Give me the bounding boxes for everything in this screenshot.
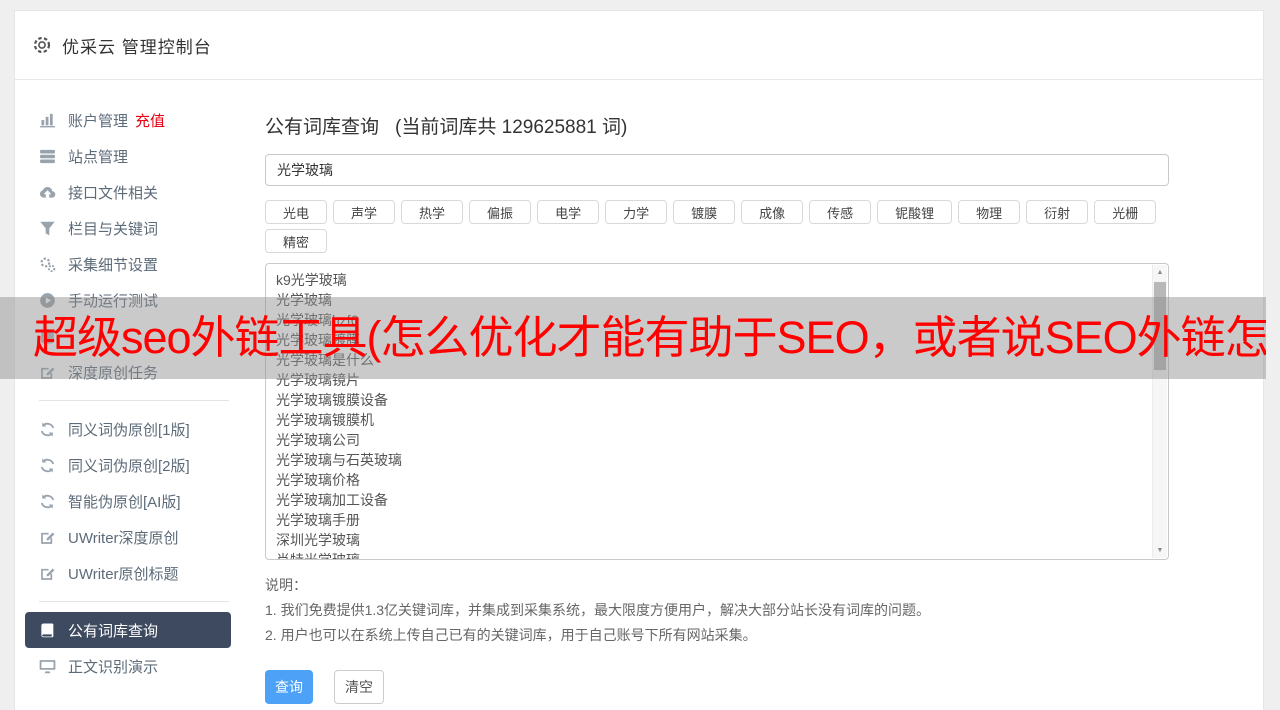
- console-card: 优采云 管理控制台 账户管理 充值 站点管理 接口文件相关 栏目与关键词 采集细节设置 手动…: [14, 10, 1264, 710]
- sidebar-item-UWriter深度原创[interactable]: UWriter深度原创: [15, 519, 251, 555]
- refresh-icon: [39, 421, 57, 438]
- button-row: 查询 清空: [265, 670, 1169, 704]
- sidebar-divider: [39, 400, 229, 401]
- tag-button-偏振[interactable]: 偏振: [469, 200, 532, 224]
- tag-row: 光电 声学 热学 偏振 电学 力学 镀膜 成像 传感 铌酸锂 物理 衍射 光栅精密: [265, 200, 1169, 253]
- sidebar-item-label: 智能伪原创[AI版]: [68, 493, 181, 511]
- sidebar-item-UWriter原创标题[interactable]: UWriter原创标题: [15, 555, 251, 591]
- result-item[interactable]: 深圳光学玻璃: [276, 530, 1148, 550]
- sidebar-item-label: 公有词库查询: [68, 622, 159, 640]
- tag-button-声学[interactable]: 声学: [333, 200, 396, 224]
- gears-icon: [39, 256, 57, 273]
- refresh-icon: [39, 457, 57, 474]
- scrollbar-down-icon[interactable]: ▼: [1153, 543, 1167, 558]
- sidebar-item-label: UWriter深度原创: [68, 529, 179, 547]
- result-item[interactable]: k9光学玻璃: [276, 270, 1148, 290]
- result-item[interactable]: 光学玻璃与石英玻璃: [276, 450, 1148, 470]
- tag-button-传感[interactable]: 传感: [809, 200, 872, 224]
- edit-icon: [39, 565, 57, 582]
- page-title-row: 公有词库查询 (当前词库共 129625881 词): [265, 112, 1169, 139]
- notes-section: 说明： 1. 我们免费提供1.3亿关键词库，并集成到采集系统，最大限度方便用户，…: [265, 573, 1169, 648]
- database-icon: [39, 328, 57, 345]
- sidebar-item-obscured[interactable]: [15, 318, 251, 354]
- sidebar-item-label: 栏目与关键词: [68, 220, 159, 238]
- result-item[interactable]: 光学玻璃镜片: [276, 370, 1148, 390]
- tag-button-热学[interactable]: 热学: [401, 200, 464, 224]
- query-button[interactable]: 查询: [265, 670, 313, 704]
- result-item[interactable]: 光学玻璃镀膜设备: [276, 390, 1148, 410]
- sidebar-item-label: 采集细节设置: [68, 256, 159, 274]
- note-line: 1. 我们免费提供1.3亿关键词库，并集成到采集系统，最大限度方便用户，解决大部…: [265, 602, 931, 618]
- sidebar-item-深度原创任务[interactable]: 深度原创任务: [15, 354, 251, 390]
- tag-button-物理[interactable]: 物理: [958, 200, 1021, 224]
- tag-button-铌酸锂[interactable]: 铌酸锂: [877, 200, 953, 224]
- clear-button[interactable]: 清空: [334, 670, 384, 704]
- result-item[interactable]: 光学玻璃手册: [276, 510, 1148, 530]
- play-icon: [39, 292, 57, 309]
- edit-icon: [39, 529, 57, 546]
- result-item[interactable]: 光学玻璃镀膜: [276, 330, 1148, 350]
- sidebar-item-智能伪原创-AI版-[interactable]: 智能伪原创[AI版]: [15, 483, 251, 519]
- sidebar: 账户管理 充值 站点管理 接口文件相关 栏目与关键词 采集细节设置 手动运行测试 深度原创任务…: [15, 80, 251, 684]
- sidebar-item-账户管理[interactable]: 账户管理 充值: [15, 102, 251, 138]
- listbox-scrollbar[interactable]: ▲ ▼: [1152, 265, 1167, 558]
- sidebar-item-label: 接口文件相关: [68, 184, 159, 202]
- sidebar-divider: [39, 601, 229, 602]
- tag-button-衍射[interactable]: 衍射: [1026, 200, 1089, 224]
- tag-button-精密[interactable]: 精密: [265, 229, 328, 253]
- result-item[interactable]: 光学玻璃价格: [276, 470, 1148, 490]
- edit-icon: [39, 364, 57, 381]
- scrollbar-up-icon[interactable]: ▲: [1153, 265, 1167, 280]
- sidebar-item-采集细节设置[interactable]: 采集细节设置: [15, 246, 251, 282]
- tag-button-电学[interactable]: 电学: [537, 200, 600, 224]
- sidebar-item-label: 深度原创任务: [68, 364, 159, 382]
- result-item[interactable]: 光学玻璃是什么: [276, 350, 1148, 370]
- sidebar-item-接口文件相关[interactable]: 接口文件相关: [15, 174, 251, 210]
- server-icon: [39, 148, 57, 165]
- result-item[interactable]: 光学玻璃镀膜机: [276, 410, 1148, 430]
- page-title: 公有词库查询: [265, 117, 380, 138]
- sidebar-item-label: 站点管理: [68, 148, 129, 166]
- app-header: 优采云 管理控制台: [15, 11, 1263, 80]
- results-listbox[interactable]: k9光学玻璃 光学玻璃 光学玻璃hzf6 光学玻璃镀膜 光学玻璃是什么 光学玻璃镜片 光学玻…: [265, 263, 1169, 560]
- bar-chart-icon: [39, 112, 57, 129]
- keyword-input[interactable]: [265, 154, 1169, 186]
- sidebar-item-label: 同义词伪原创[1版]: [68, 421, 190, 439]
- app-title: 优采云 管理控制台: [62, 37, 212, 57]
- tag-button-镀膜[interactable]: 镀膜: [673, 200, 736, 224]
- funnel-icon: [39, 220, 57, 237]
- notes-title: 说明：: [265, 577, 307, 593]
- result-item[interactable]: 光学玻璃hzf6: [276, 310, 1148, 330]
- page-subtitle: (当前词库共 129625881 词): [395, 117, 628, 138]
- tag-button-光栅[interactable]: 光栅: [1094, 200, 1157, 224]
- main-panel: 公有词库查询 (当前词库共 129625881 词) 光电声学热学偏振电学力学镀膜…: [251, 80, 1263, 704]
- scrollbar-thumb[interactable]: [1154, 282, 1166, 370]
- result-item[interactable]: 光学玻璃公司: [276, 430, 1148, 450]
- sidebar-item-正文识别演示[interactable]: 正文识别演示: [15, 648, 251, 684]
- sidebar-item-label: 手动运行测试: [68, 292, 159, 310]
- tag-button-成像[interactable]: 成像: [741, 200, 804, 224]
- gear-icon: [32, 35, 52, 55]
- note-line: 2. 用户也可以在系统上传自己已有的关键词库，用于自己账号下所有网站采集。: [265, 627, 757, 643]
- result-item[interactable]: 光学玻璃加工设备: [276, 490, 1148, 510]
- sidebar-item-label: 正文识别演示: [68, 658, 159, 676]
- sidebar-item-栏目与关键词[interactable]: 栏目与关键词: [15, 210, 251, 246]
- sidebar-item-站点管理[interactable]: 站点管理: [15, 138, 251, 174]
- sidebar-item-手动运行测试[interactable]: 手动运行测试: [15, 282, 251, 318]
- cloud-upload-icon: [39, 184, 57, 201]
- book-icon: [39, 622, 57, 639]
- sidebar-item-同义词伪原创-2版-[interactable]: 同义词伪原创[2版]: [15, 447, 251, 483]
- tag-button-力学[interactable]: 力学: [605, 200, 668, 224]
- sidebar-item-label: 同义词伪原创[2版]: [68, 457, 190, 475]
- result-item[interactable]: 肖特光学玻璃: [276, 550, 1148, 559]
- monitor-icon: [39, 658, 57, 675]
- tag-button-光电[interactable]: 光电: [265, 200, 328, 224]
- sidebar-item-label: 账户管理: [68, 112, 129, 130]
- sidebar-item-公有词库查询[interactable]: 公有词库查询: [25, 612, 231, 648]
- refresh-icon: [39, 493, 57, 510]
- recharge-badge[interactable]: 充值: [135, 110, 165, 131]
- sidebar-item-同义词伪原创-1版-[interactable]: 同义词伪原创[1版]: [15, 411, 251, 447]
- result-item[interactable]: 光学玻璃: [276, 290, 1148, 310]
- sidebar-item-label: UWriter原创标题: [68, 565, 179, 583]
